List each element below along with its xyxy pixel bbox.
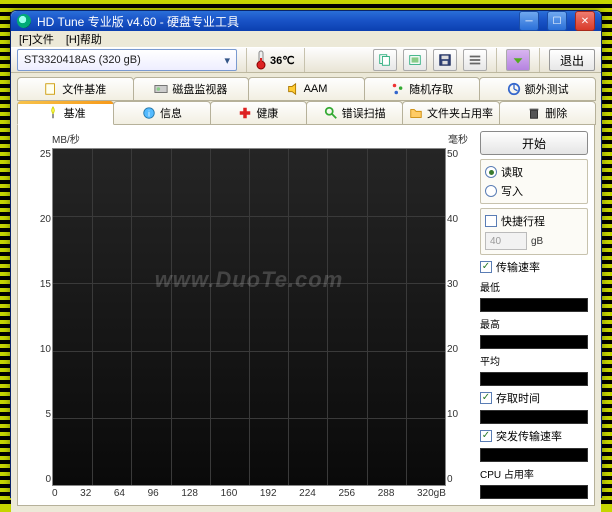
options-button[interactable] bbox=[463, 49, 487, 71]
thermometer-icon bbox=[256, 50, 266, 70]
check-quick[interactable]: 快捷行程 bbox=[485, 213, 583, 229]
toolbar: ST3320418AS (320 gB) ▾ 36℃ 退出 bbox=[11, 47, 601, 73]
copy-info-button[interactable] bbox=[373, 49, 397, 71]
check-transfer[interactable]: 传输速率 bbox=[480, 259, 588, 275]
menu-file[interactable]: [F]文件 bbox=[19, 31, 54, 47]
label-avg: 平均 bbox=[480, 353, 588, 368]
label-max: 最高 bbox=[480, 316, 588, 331]
y-right-label: 毫秒 bbox=[448, 131, 468, 146]
tab-info[interactable]: i信息 bbox=[113, 101, 210, 125]
title-text: HD Tune 专业版 v4.60 - 硬盘专业工具 bbox=[37, 13, 239, 30]
content-panel: MB/秒 毫秒 2520151050 50403020100 www.DuoTe… bbox=[17, 125, 595, 506]
value-max bbox=[480, 335, 588, 349]
menubar: [F]文件 [H]帮助 bbox=[11, 31, 601, 47]
titlebar[interactable]: HD Tune 专业版 v4.60 - 硬盘专业工具 ─ ☐ ✕ bbox=[11, 11, 601, 31]
checkbox-icon bbox=[480, 430, 492, 442]
tab-delete[interactable]: 删除 bbox=[499, 101, 596, 125]
menu-help[interactable]: [H]帮助 bbox=[66, 31, 102, 47]
check-burst[interactable]: 突发传输速率 bbox=[480, 428, 588, 444]
value-burst bbox=[480, 448, 588, 462]
maximize-button[interactable]: ☐ bbox=[547, 11, 567, 31]
exit-button[interactable]: 退出 bbox=[549, 49, 595, 71]
tab-extra-tests[interactable]: 额外测试 bbox=[479, 77, 596, 101]
value-avg bbox=[480, 372, 588, 386]
svg-text:i: i bbox=[148, 110, 150, 119]
checkbox-icon bbox=[480, 392, 492, 404]
app-window: HD Tune 专业版 v4.60 - 硬盘专业工具 ─ ☐ ✕ [F]文件 [… bbox=[10, 10, 602, 498]
minimize-button[interactable]: ─ bbox=[519, 11, 539, 31]
quick-group: 快捷行程 40gB bbox=[480, 208, 588, 255]
y-axis-right: 50403020100 bbox=[447, 149, 473, 485]
chart-plot: 2520151050 50403020100 www.DuoTe.com bbox=[52, 148, 446, 486]
start-button[interactable]: 开始 bbox=[480, 131, 588, 155]
drive-select[interactable]: ST3320418AS (320 gB) ▾ bbox=[17, 49, 237, 71]
radio-icon bbox=[485, 185, 497, 197]
tab-folder-usage[interactable]: 文件夹占用率 bbox=[402, 101, 499, 125]
tab-disk-monitor[interactable]: 磁盘监视器 bbox=[133, 77, 250, 101]
tab-random-access[interactable]: 随机存取 bbox=[364, 77, 481, 101]
app-icon bbox=[17, 14, 31, 28]
tabs-area: 文件基准 磁盘监视器 AAM 随机存取 额外测试 基准 i信息 健康 错误扫描 … bbox=[11, 73, 601, 512]
value-access bbox=[480, 410, 588, 424]
checkbox-icon bbox=[485, 215, 497, 227]
check-access[interactable]: 存取时间 bbox=[480, 390, 588, 406]
radio-read[interactable]: 读取 bbox=[485, 164, 583, 180]
down-arrow-button[interactable] bbox=[506, 49, 530, 71]
quick-size-input: 40 bbox=[485, 232, 527, 250]
temperature-value: 36℃ bbox=[270, 54, 295, 67]
y-left-label: MB/秒 bbox=[52, 131, 80, 146]
side-panel: 开始 读取 写入 快捷行程 40gB 传输速率 最低 最高 平均 存取时间 突发 bbox=[480, 131, 588, 499]
value-min bbox=[480, 298, 588, 312]
tabs-row-1: 文件基准 磁盘监视器 AAM 随机存取 额外测试 bbox=[17, 77, 595, 101]
y-axis-left: 2520151050 bbox=[25, 149, 51, 485]
tab-file-benchmark[interactable]: 文件基准 bbox=[17, 77, 134, 101]
mode-group: 读取 写入 bbox=[480, 159, 588, 204]
tab-health[interactable]: 健康 bbox=[210, 101, 307, 125]
temperature-display: 36℃ bbox=[256, 50, 295, 70]
x-axis: 0326496128160192224256288320gB bbox=[52, 488, 446, 499]
value-cpu bbox=[480, 485, 588, 499]
checkbox-icon bbox=[480, 261, 492, 273]
tab-benchmark[interactable]: 基准 bbox=[17, 101, 114, 125]
tab-aam[interactable]: AAM bbox=[248, 77, 365, 101]
label-min: 最低 bbox=[480, 279, 588, 294]
copy-screenshot-button[interactable] bbox=[403, 49, 427, 71]
chart-area: MB/秒 毫秒 2520151050 50403020100 www.DuoTe… bbox=[24, 131, 474, 499]
tabs-row-2: 基准 i信息 健康 错误扫描 文件夹占用率 删除 bbox=[17, 101, 595, 125]
close-button[interactable]: ✕ bbox=[575, 11, 595, 31]
save-button[interactable] bbox=[433, 49, 457, 71]
radio-icon bbox=[485, 166, 497, 178]
radio-write[interactable]: 写入 bbox=[485, 183, 583, 199]
tab-error-scan[interactable]: 错误扫描 bbox=[306, 101, 403, 125]
label-cpu: CPU 占用率 bbox=[480, 466, 588, 481]
chevron-down-icon: ▾ bbox=[224, 54, 230, 67]
drive-selected-label: ST3320418AS (320 gB) bbox=[24, 54, 141, 66]
